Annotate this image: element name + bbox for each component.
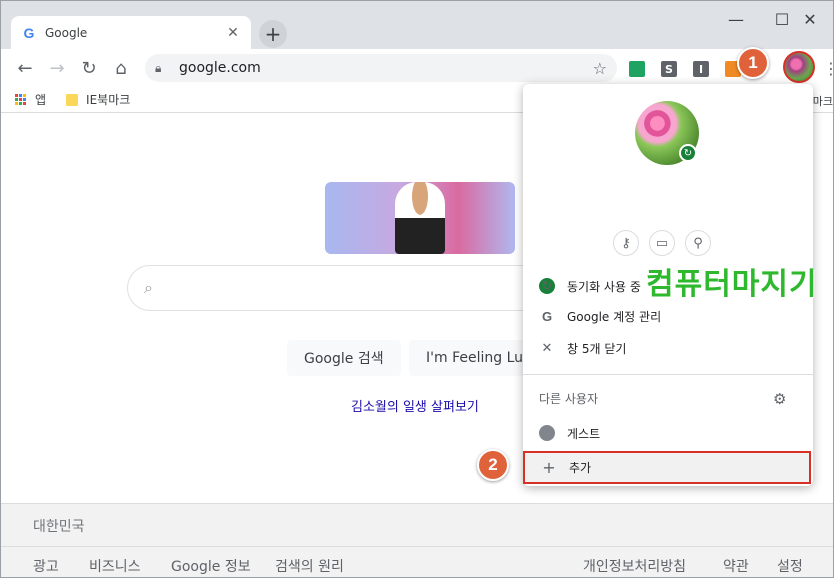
window-close-icon[interactable]: ✕ bbox=[787, 7, 833, 31]
google-doodle[interactable] bbox=[325, 182, 515, 254]
tab-strip: G Google ✕ + — ☐ ✕ bbox=[1, 1, 833, 49]
close-icon: ✕ bbox=[541, 340, 553, 356]
footer-divider bbox=[1, 546, 833, 547]
back-arrow-icon[interactable]: ← bbox=[11, 54, 39, 82]
footer-link-terms[interactable]: 약관 bbox=[723, 556, 749, 576]
profile-quick-icons: ⚷ ▭ ⚲ bbox=[613, 230, 711, 256]
add-person-label: 추가 bbox=[569, 461, 592, 475]
plus-icon: + bbox=[542, 458, 556, 477]
new-tab-button[interactable]: + bbox=[259, 20, 287, 48]
bookmark-folder-label: IE북마크 bbox=[86, 93, 131, 107]
extension-s-icon[interactable]: S bbox=[661, 61, 677, 77]
doodle-link[interactable]: 김소월의 일생 살펴보기 bbox=[351, 396, 479, 415]
close-windows-label: 창 5개 닫기 bbox=[567, 341, 627, 356]
manage-account-item[interactable]: G Google 계정 관리 bbox=[523, 300, 813, 332]
bookmark-overflow-label[interactable]: 마크 bbox=[813, 93, 833, 109]
bookmark-folder-ie[interactable]: IE북마크 bbox=[66, 91, 130, 108]
footer-link-how-search-works[interactable]: 검색의 원리 bbox=[275, 556, 344, 576]
lock-icon: 🔒︎ bbox=[155, 60, 162, 75]
close-tab-icon[interactable]: ✕ bbox=[225, 25, 241, 41]
manage-account-label: Google 계정 관리 bbox=[567, 309, 662, 324]
bookmark-blank-area bbox=[150, 90, 523, 109]
bookmark-apps[interactable]: 앱 bbox=[15, 91, 46, 108]
google-favicon-icon: G bbox=[23, 24, 35, 41]
more-menu-icon[interactable]: ⋮ bbox=[823, 59, 833, 78]
tab-title: Google bbox=[45, 25, 88, 40]
doodle-portrait bbox=[395, 182, 445, 254]
sync-badge-icon: ↻ bbox=[679, 144, 697, 162]
sync-icon: ↻ bbox=[539, 278, 555, 294]
sync-status-label: 동기화 사용 중 bbox=[567, 279, 641, 294]
credit-card-icon[interactable]: ▭ bbox=[649, 230, 675, 256]
key-icon[interactable]: ⚷ bbox=[613, 230, 639, 256]
other-people-heading: 다른 사용자 bbox=[539, 392, 599, 406]
toolbar: ← → ↻ ⌂ 🔒︎ google.com ☆ S I bbox=[1, 49, 833, 87]
close-windows-item[interactable]: ✕ 창 5개 닫기 bbox=[523, 332, 813, 364]
address-bar[interactable]: 🔒︎ google.com ☆ bbox=[145, 54, 617, 82]
guest-label: 게스트 bbox=[567, 426, 601, 441]
guest-item[interactable]: 게스트 bbox=[523, 417, 813, 449]
location-pin-icon[interactable]: ⚲ bbox=[685, 230, 711, 256]
menu-divider bbox=[523, 374, 813, 375]
google-search-button[interactable]: Google 검색 bbox=[287, 340, 401, 376]
footer-link-about[interactable]: Google 정보 bbox=[171, 556, 251, 576]
footer-link-ads[interactable]: 광고 bbox=[33, 556, 59, 576]
footer-link-settings[interactable]: 설정 bbox=[777, 556, 803, 576]
profile-avatar-button[interactable] bbox=[783, 51, 815, 83]
extension-1-icon[interactable] bbox=[629, 61, 645, 77]
minimize-icon[interactable]: — bbox=[713, 7, 759, 31]
watermark-text: 컴퓨터마지기 bbox=[646, 267, 818, 302]
browser-window: G Google ✕ + — ☐ ✕ ← → ↻ ⌂ 🔒︎ google.com… bbox=[0, 0, 834, 578]
url-text: google.com bbox=[179, 60, 261, 76]
forward-arrow-icon[interactable]: → bbox=[43, 54, 71, 82]
gear-icon[interactable]: ⚙ bbox=[773, 390, 786, 408]
guest-avatar-icon bbox=[539, 425, 555, 441]
apps-grid-icon bbox=[15, 93, 27, 106]
bookmark-apps-label: 앱 bbox=[35, 93, 47, 107]
footer: 대한민국 광고 비즈니스 Google 정보 검색의 원리 개인정보처리방침 약… bbox=[1, 503, 833, 577]
add-person-button[interactable]: + 추가 bbox=[523, 451, 811, 484]
extension-i-icon[interactable]: I bbox=[693, 61, 709, 77]
home-icon[interactable]: ⌂ bbox=[107, 54, 135, 82]
reload-icon[interactable]: ↻ bbox=[75, 54, 103, 82]
folder-icon bbox=[66, 93, 79, 106]
step-badge-1: 1 bbox=[737, 47, 769, 79]
footer-country: 대한민국 bbox=[33, 519, 85, 535]
tab-google[interactable]: G Google ✕ bbox=[11, 16, 251, 49]
search-icon: ⌕ bbox=[144, 278, 153, 297]
bookmark-star-icon[interactable]: ☆ bbox=[593, 59, 607, 78]
footer-link-privacy[interactable]: 개인정보처리방침 bbox=[583, 556, 686, 576]
step-badge-2: 2 bbox=[477, 449, 509, 481]
google-g-icon: G bbox=[541, 308, 553, 324]
footer-link-business[interactable]: 비즈니스 bbox=[89, 556, 141, 576]
feeling-lucky-button[interactable]: I'm Feeling Lucky bbox=[409, 340, 529, 376]
